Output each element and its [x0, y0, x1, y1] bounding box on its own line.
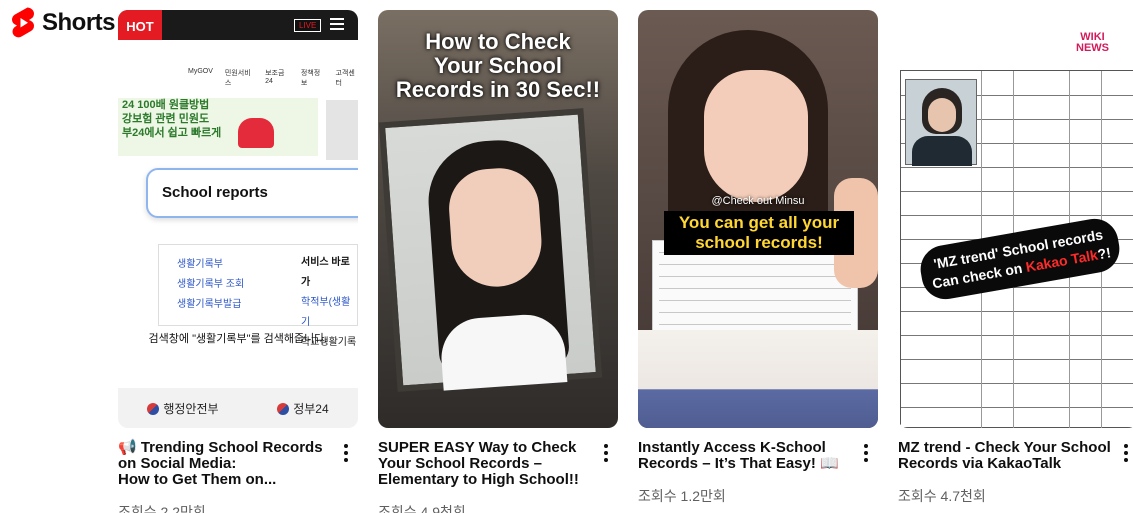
- nav-item: 보조금24: [265, 70, 285, 85]
- mois-logo: 행정안전부: [147, 400, 218, 417]
- banner-line: 24 100배 원클방법: [122, 99, 210, 111]
- result-link: 학적부(생활기: [301, 297, 351, 328]
- result-link: 생활기록부 조회: [177, 279, 245, 290]
- short-meta-4: MZ trend - Check Your School Records via…: [898, 440, 1133, 506]
- short-title-4[interactable]: MZ trend - Check Your School Records via…: [898, 440, 1112, 472]
- title-line: How to Get Them on...: [118, 471, 277, 488]
- search-box: School reports: [146, 168, 358, 218]
- short-title-2[interactable]: SUPER EASY Way to Check Your School Reco…: [378, 440, 592, 488]
- thumb-overlay-title: How to Check Your School Records in 30 S…: [378, 30, 618, 102]
- bubble-text: ?!: [1096, 244, 1113, 263]
- more-vert-icon[interactable]: [338, 442, 354, 464]
- id-photo: [378, 108, 603, 392]
- short-card-4[interactable]: WIKI NEWS 'MZ trend' School records Can …: [898, 10, 1133, 506]
- banner-line: 강보험 관련 민원도: [122, 113, 210, 125]
- result-link: 생활기록부발급: [177, 299, 242, 310]
- result-link: 생활기록부: [177, 259, 223, 270]
- overlay-line: Records in 30 Sec!!: [395, 77, 601, 102]
- title-line: Instantly Access K-School: [638, 439, 826, 456]
- logo-line: NEWS: [1076, 42, 1109, 54]
- gov24-page: MyGOV 민원서비스 보조금24 정책정보 고객센터 24 100배 원클방법…: [118, 40, 358, 428]
- photo-shirt: [438, 312, 568, 391]
- nav-item: MyGOV: [188, 68, 213, 75]
- short-title-3[interactable]: Instantly Access K-School Records – It’s…: [638, 440, 852, 472]
- title-line: Records via KakaoTalk: [898, 455, 1062, 472]
- live-badge: LIVE: [294, 19, 322, 32]
- banner-line: 부24에서 쉽고 빠르게: [122, 127, 222, 139]
- caption-line: You can get all your: [678, 213, 840, 232]
- short-card-3[interactable]: @Check out Minsu You can get all your sc…: [638, 10, 878, 506]
- person-clothing: [638, 330, 878, 428]
- results-col2-heading: 서비스 바로가: [301, 257, 350, 288]
- student-id-photo: [905, 79, 977, 166]
- view-count-2: 조회수 4.9천회: [378, 504, 466, 513]
- search-results: 생활기록부 생활기록부 조회 생활기록부발급 서비스 바로가 학적부(생활기 학…: [158, 244, 358, 348]
- person-face: [704, 70, 808, 202]
- view-count-4: 조회수 4.7천회: [898, 488, 986, 504]
- hamburger-menu-icon: [330, 18, 344, 33]
- side-panel: [326, 100, 358, 160]
- gov24-logo: 정부24: [277, 400, 328, 417]
- gov24-banner: 24 100배 원클방법 강보험 관련 민원도 부24에서 쉽고 빠르게: [118, 98, 318, 156]
- short-thumbnail-2[interactable]: How to Check Your School Records in 30 S…: [378, 10, 618, 428]
- search-text: School reports: [162, 184, 268, 201]
- caption-line: school records!: [695, 233, 823, 252]
- overlay-line: Your School: [434, 53, 562, 78]
- short-card-2[interactable]: How to Check Your School Records in 30 S…: [378, 10, 618, 513]
- more-vert-icon[interactable]: [598, 442, 614, 464]
- view-count-1: 조회수 2.2만회: [118, 504, 206, 513]
- title-line: 📢 Trending School Records: [118, 439, 323, 456]
- short-thumbnail-1[interactable]: HOT LIVE MyGOV 민원서비스 보조금24 정책정보 고객센터 24 …: [118, 10, 358, 428]
- title-line: SUPER EASY Way to Check: [378, 439, 577, 456]
- title-line: Elementary to High School!!: [378, 471, 579, 488]
- short-thumbnail-4[interactable]: WIKI NEWS 'MZ trend' School records Can …: [898, 10, 1133, 428]
- gov-logos: 행정안전부 정부24: [118, 388, 358, 428]
- short-meta-2: SUPER EASY Way to Check Your School Reco…: [378, 440, 618, 513]
- gov24-nav: MyGOV 민원서비스 보조금24 정책정보 고객센터: [118, 68, 358, 87]
- short-card-1[interactable]: HOT LIVE MyGOV 민원서비스 보조금24 정책정보 고객센터 24 …: [118, 10, 358, 513]
- record-document: [652, 240, 858, 340]
- short-thumbnail-3[interactable]: @Check out Minsu You can get all your sc…: [638, 10, 878, 428]
- thumb-caption: You can get all your school records!: [664, 211, 854, 255]
- nav-item: 민원서비스: [224, 70, 251, 87]
- title-line: MZ trend - Check Your School: [898, 439, 1111, 456]
- shorts-shelf-header: Shorts: [10, 6, 116, 40]
- more-vert-icon[interactable]: [858, 442, 874, 464]
- nav-item: 고객센터: [335, 70, 355, 87]
- results-col-1: 생활기록부 생활기록부 조회 생활기록부발급: [177, 255, 244, 315]
- more-vert-icon[interactable]: [1118, 442, 1133, 464]
- nav-item: 정책정보: [300, 70, 321, 87]
- view-count-3: 조회수 1.2만회: [638, 488, 726, 504]
- short-title-1[interactable]: 📢 Trending School Records on Social Medi…: [118, 440, 332, 488]
- short-meta-3: Instantly Access K-School Records – It’s…: [638, 440, 878, 506]
- title-line: Your School Records –: [378, 455, 542, 472]
- overlay-line: How to Check: [425, 29, 571, 54]
- title-line: Records – It’s That Easy! 📖: [638, 455, 839, 472]
- title-line: on Social Media:: [118, 455, 237, 472]
- heart-icon: [238, 118, 274, 148]
- hot-badge: HOT: [118, 10, 162, 43]
- short-meta-1: 📢 Trending School Records on Social Medi…: [118, 440, 358, 513]
- wikinews-logo: WIKI NEWS: [1076, 32, 1109, 54]
- shorts-logo-icon: [12, 7, 34, 38]
- creator-handle: @Check out Minsu: [711, 195, 805, 207]
- instruction-note: 검색창에 "생활기록부"를 검색해줍니다.: [148, 333, 328, 345]
- shelf-title: Shorts: [42, 9, 116, 36]
